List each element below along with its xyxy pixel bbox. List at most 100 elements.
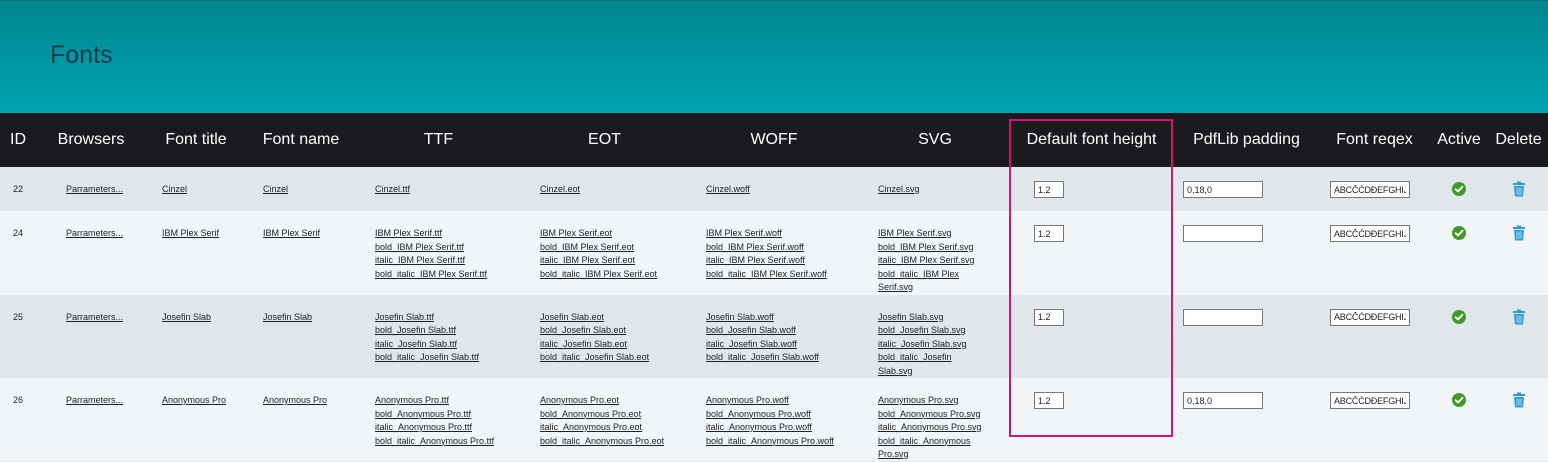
eot-file-link[interactable]: Cinzel.eot bbox=[540, 183, 688, 197]
woff-files-cell: Anonymous Pro.woff bold_Anonymous Pro.wof… bbox=[688, 378, 860, 462]
woff-file-link[interactable]: bold_IBM Plex Serif.woff bbox=[706, 241, 860, 255]
svg-file-link[interactable]: italic_Josefin Slab.svg bbox=[878, 338, 1010, 352]
font-regex-input[interactable] bbox=[1330, 181, 1410, 198]
eot-file-link[interactable]: bold_Josefin Slab.eot bbox=[540, 324, 688, 338]
check-circle-icon[interactable] bbox=[1452, 226, 1466, 240]
woff-file-link[interactable]: Cinzel.woff bbox=[706, 183, 860, 197]
svg-file-link[interactable]: bold_Anonymous Pro.svg bbox=[878, 408, 1010, 422]
svg-file-link[interactable]: Anonymous Pro.svg bbox=[878, 394, 1010, 408]
eot-file-link[interactable]: IBM Plex Serif.eot bbox=[540, 227, 688, 241]
svg-file-link[interactable]: Josefin Slab.svg bbox=[878, 311, 1010, 325]
font-regex-cell bbox=[1320, 167, 1429, 211]
svg-file-link[interactable]: bold_italic_IBM Plex Serif.svg bbox=[878, 268, 988, 295]
eot-file-link[interactable]: bold_IBM Plex Serif.eot bbox=[540, 241, 688, 255]
default-height-input[interactable] bbox=[1034, 181, 1064, 198]
woff-file-link[interactable]: bold_italic_Josefin Slab.woff bbox=[706, 351, 860, 365]
font-title-cell: Josefin Slab bbox=[146, 294, 246, 378]
font-title-link[interactable]: Anonymous Pro bbox=[162, 394, 246, 408]
font-regex-input[interactable] bbox=[1330, 225, 1410, 242]
woff-file-link[interactable]: italic_Anonymous Pro.woff bbox=[706, 421, 860, 435]
woff-file-link[interactable]: bold_italic_IBM Plex Serif.woff bbox=[706, 268, 860, 282]
ttf-file-link[interactable]: bold_italic_IBM Plex Serif.ttf bbox=[375, 268, 521, 282]
default-height-input[interactable] bbox=[1034, 392, 1064, 409]
svg-file-link[interactable]: bold_italic_Josefin Slab.svg bbox=[878, 351, 988, 378]
woff-file-link[interactable]: Josefin Slab.woff bbox=[706, 311, 860, 325]
ttf-file-link[interactable]: italic_IBM Plex Serif.ttf bbox=[375, 254, 521, 268]
pdflib-padding-input[interactable] bbox=[1183, 308, 1263, 326]
woff-file-link[interactable]: IBM Plex Serif.woff bbox=[706, 227, 860, 241]
eot-file-link[interactable]: bold_italic_IBM Plex Serif.eot bbox=[540, 268, 688, 282]
woff-file-link[interactable]: italic_Josefin Slab.woff bbox=[706, 338, 860, 352]
svg-file-link[interactable]: IBM Plex Serif.svg bbox=[878, 227, 1010, 241]
default-height-cell bbox=[1010, 211, 1173, 295]
font-name-link[interactable]: IBM Plex Serif bbox=[263, 227, 356, 241]
browser-parameters-link[interactable]: Parrameters... bbox=[66, 394, 146, 408]
pdflib-padding-input[interactable] bbox=[1183, 181, 1263, 198]
svg-file-link[interactable]: italic_Anonymous Pro.svg bbox=[878, 421, 1010, 435]
ttf-file-link[interactable]: Josefin Slab.ttf bbox=[375, 311, 521, 325]
delete-cell bbox=[1489, 211, 1548, 295]
pdflib-padding-input[interactable] bbox=[1183, 225, 1263, 242]
font-name-link[interactable]: Anonymous Pro bbox=[263, 394, 356, 408]
trash-icon[interactable] bbox=[1512, 309, 1526, 325]
check-circle-icon[interactable] bbox=[1452, 182, 1466, 196]
font-title-link[interactable]: Cinzel bbox=[162, 183, 246, 197]
svg-file-link[interactable]: italic_IBM Plex Serif.svg bbox=[878, 254, 1010, 268]
ttf-file-link[interactable]: italic_Josefin Slab.ttf bbox=[375, 338, 521, 352]
eot-file-link[interactable]: Anonymous Pro.eot bbox=[540, 394, 688, 408]
col-header-delete: Delete bbox=[1489, 113, 1548, 167]
svg-file-link[interactable]: Cinzel.svg bbox=[878, 183, 1010, 197]
ttf-file-link[interactable]: bold_Josefin Slab.ttf bbox=[375, 324, 521, 338]
trash-icon[interactable] bbox=[1512, 392, 1526, 408]
font-title-cell: Cinzel bbox=[146, 167, 246, 211]
ttf-file-link[interactable]: bold_italic_Anonymous Pro.ttf bbox=[375, 435, 521, 449]
default-height-input[interactable] bbox=[1034, 308, 1064, 326]
font-title-link[interactable]: Josefin Slab bbox=[162, 311, 246, 325]
eot-file-link[interactable]: bold_Anonymous Pro.eot bbox=[540, 408, 688, 422]
default-height-cell bbox=[1010, 378, 1173, 462]
svg-file-link[interactable]: bold_italic_Anonymous Pro.svg bbox=[878, 435, 988, 462]
active-cell bbox=[1429, 378, 1489, 462]
ttf-file-link[interactable]: Anonymous Pro.ttf bbox=[375, 394, 521, 408]
ttf-files-cell: IBM Plex Serif.ttf bold_IBM Plex Serif.tt… bbox=[356, 211, 521, 295]
woff-file-link[interactable]: bold_italic_Anonymous Pro.woff bbox=[706, 435, 860, 449]
eot-files-cell: Cinzel.eot bbox=[521, 167, 688, 211]
eot-file-link[interactable]: Josefin Slab.eot bbox=[540, 311, 688, 325]
font-name-link[interactable]: Josefin Slab bbox=[263, 311, 356, 325]
eot-file-link[interactable]: italic_Josefin Slab.eot bbox=[540, 338, 688, 352]
eot-file-link[interactable]: bold_italic_Anonymous Pro.eot bbox=[540, 435, 688, 449]
eot-files-cell: Josefin Slab.eot bold_Josefin Slab.eot ita… bbox=[521, 294, 688, 378]
font-regex-input[interactable] bbox=[1330, 392, 1410, 409]
trash-icon[interactable] bbox=[1512, 225, 1526, 241]
eot-file-link[interactable]: bold_italic_Josefin Slab.eot bbox=[540, 351, 688, 365]
default-height-cell bbox=[1010, 167, 1173, 211]
ttf-file-link[interactable]: IBM Plex Serif.ttf bbox=[375, 227, 521, 241]
font-title-link[interactable]: IBM Plex Serif bbox=[162, 227, 246, 241]
woff-file-link[interactable]: Anonymous Pro.woff bbox=[706, 394, 860, 408]
woff-file-link[interactable]: bold_Josefin Slab.woff bbox=[706, 324, 860, 338]
woff-file-link[interactable]: italic_IBM Plex Serif.woff bbox=[706, 254, 860, 268]
ttf-file-link[interactable]: bold_Anonymous Pro.ttf bbox=[375, 408, 521, 422]
browser-parameters-link[interactable]: Parrameters... bbox=[66, 311, 146, 325]
eot-file-link[interactable]: italic_Anonymous Pro.eot bbox=[540, 421, 688, 435]
ttf-file-link[interactable]: bold_italic_Josefin Slab.ttf bbox=[375, 351, 521, 365]
ttf-file-link[interactable]: italic_Anonymous Pro.ttf bbox=[375, 421, 521, 435]
pdflib-padding-input[interactable] bbox=[1183, 392, 1263, 409]
browser-parameters-link[interactable]: Parrameters... bbox=[66, 183, 146, 197]
default-height-input[interactable] bbox=[1034, 225, 1064, 242]
svg-file-link[interactable]: bold_Josefin Slab.svg bbox=[878, 324, 1010, 338]
ttf-file-link[interactable]: bold_IBM Plex Serif.ttf bbox=[375, 241, 521, 255]
woff-file-link[interactable]: bold_Anonymous Pro.woff bbox=[706, 408, 860, 422]
font-regex-input[interactable] bbox=[1330, 308, 1410, 326]
trash-icon[interactable] bbox=[1512, 181, 1526, 197]
table-row: 24 Parrameters... IBM Plex Serif IBM Plex S… bbox=[0, 211, 1548, 295]
ttf-file-link[interactable]: Cinzel.ttf bbox=[375, 183, 521, 197]
svg-file-link[interactable]: bold_IBM Plex Serif.svg bbox=[878, 241, 1010, 255]
font-name-link[interactable]: Cinzel bbox=[263, 183, 356, 197]
check-circle-icon[interactable] bbox=[1452, 309, 1466, 324]
check-circle-icon[interactable] bbox=[1452, 393, 1466, 407]
eot-file-link[interactable]: italic_IBM Plex Serif.eot bbox=[540, 254, 688, 268]
font-name-cell: Anonymous Pro bbox=[246, 378, 356, 462]
browser-parameters-link[interactable]: Parrameters... bbox=[66, 227, 146, 241]
col-header-font-regex: Font reqex bbox=[1320, 113, 1429, 167]
